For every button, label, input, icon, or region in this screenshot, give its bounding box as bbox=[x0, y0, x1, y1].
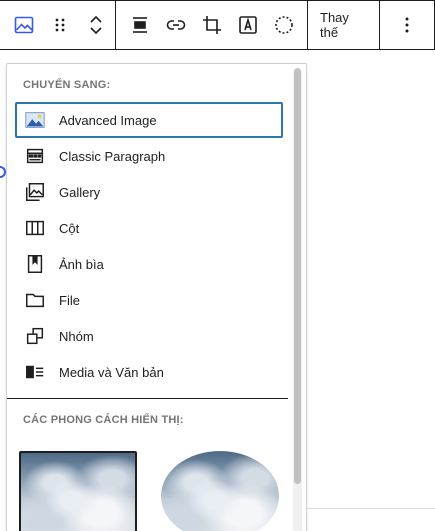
style-option-default[interactable] bbox=[19, 451, 137, 531]
circle-dashed-icon bbox=[275, 16, 293, 34]
mountain-image-preview bbox=[21, 453, 135, 531]
toolbar-group-block bbox=[0, 1, 116, 49]
transform-section-title: CHUYỂN SANG: bbox=[23, 79, 111, 91]
replace-button[interactable]: Thay thế bbox=[308, 1, 379, 49]
menu-item-cover[interactable]: Ảnh bìa bbox=[15, 246, 283, 282]
menu-item-label: Media và Văn bản bbox=[59, 364, 164, 380]
styles-section-title: CÁC PHONG CÁCH HIỂN THỊ: bbox=[23, 414, 184, 426]
text-overlay-icon bbox=[239, 16, 257, 34]
align-icon bbox=[133, 17, 147, 33]
menu-item-label: Nhóm bbox=[59, 328, 94, 344]
menu-item-label: Ảnh bìa bbox=[59, 256, 104, 272]
menu-item-file[interactable]: File bbox=[15, 282, 283, 318]
transform-menu: Advanced Image Classic Paragraph Gallery… bbox=[15, 102, 283, 390]
scrollbar-thumb[interactable] bbox=[294, 68, 301, 484]
crop-icon bbox=[203, 16, 221, 34]
move-up-down-button[interactable] bbox=[78, 1, 114, 49]
menu-item-advanced-image[interactable]: Advanced Image bbox=[15, 102, 283, 138]
link-button[interactable] bbox=[158, 1, 194, 49]
drag-handle-icon bbox=[55, 18, 65, 32]
menu-item-media-text[interactable]: Media và Văn bản bbox=[15, 354, 283, 390]
crop-button[interactable] bbox=[194, 1, 230, 49]
section-divider bbox=[7, 398, 288, 399]
menu-item-label: Gallery bbox=[59, 184, 101, 200]
toolbar-group-replace: Thay thế bbox=[308, 1, 380, 49]
duotone-button[interactable] bbox=[266, 1, 302, 49]
image-icon bbox=[14, 16, 34, 34]
menu-item-gallery[interactable]: Gallery bbox=[15, 174, 283, 210]
block-toolbar: Thay thế bbox=[0, 0, 435, 50]
toolbar-group-tools bbox=[116, 1, 308, 49]
text-overlay-button[interactable] bbox=[230, 1, 266, 49]
toolbar-group-more bbox=[380, 1, 434, 49]
more-vertical-icon bbox=[405, 17, 409, 33]
advanced-image-icon bbox=[23, 108, 47, 132]
more-options-button[interactable] bbox=[389, 1, 425, 49]
editor-divider bbox=[300, 508, 435, 509]
transform-popover: CHUYỂN SANG: Advanced Image Classic Para… bbox=[6, 63, 307, 531]
classic-paragraph-icon bbox=[23, 144, 47, 168]
move-up-down-icon bbox=[90, 15, 102, 35]
mountain-image-preview bbox=[161, 451, 279, 531]
menu-item-label: Classic Paragraph bbox=[59, 148, 166, 164]
menu-item-label: Cột bbox=[59, 220, 80, 236]
group-icon bbox=[23, 324, 47, 348]
menu-item-classic-paragraph[interactable]: Classic Paragraph bbox=[15, 138, 283, 174]
cover-icon bbox=[23, 252, 47, 276]
style-option-rounded[interactable] bbox=[161, 451, 279, 531]
align-button[interactable] bbox=[122, 1, 158, 49]
menu-item-label: File bbox=[59, 292, 80, 308]
link-icon bbox=[166, 20, 186, 30]
menu-item-label: Advanced Image bbox=[59, 112, 157, 128]
file-icon bbox=[23, 288, 47, 312]
media-text-icon bbox=[23, 360, 47, 384]
gallery-icon bbox=[23, 180, 47, 204]
columns-icon bbox=[23, 216, 47, 240]
menu-item-columns[interactable]: Cột bbox=[15, 210, 283, 246]
menu-item-group[interactable]: Nhóm bbox=[15, 318, 283, 354]
drag-handle-button[interactable] bbox=[42, 1, 78, 49]
image-block-button[interactable] bbox=[6, 1, 42, 49]
